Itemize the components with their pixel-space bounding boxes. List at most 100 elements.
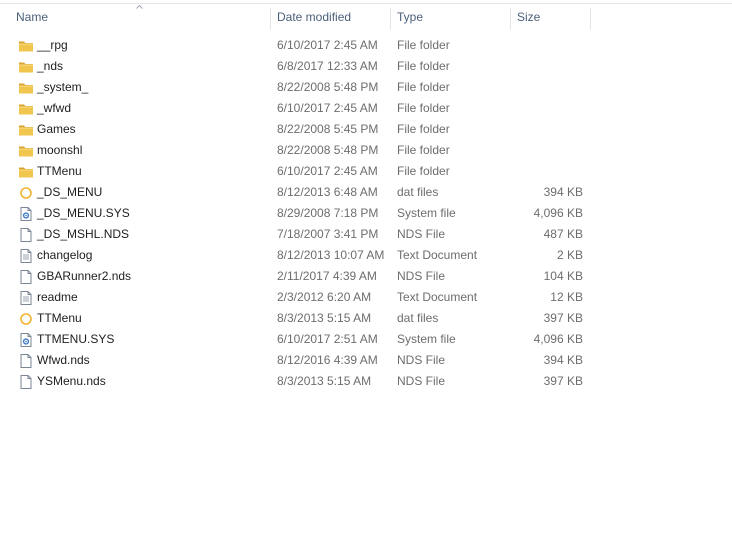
file-size — [510, 77, 583, 98]
file-type: NDS File — [397, 374, 446, 388]
folder-icon — [18, 38, 34, 54]
file-type: File folder — [397, 143, 450, 157]
file-date-modified: 2/3/2012 6:20 AM — [277, 290, 372, 304]
file-size: 104 KB — [543, 269, 583, 283]
file-row[interactable]: _nds 6/8/2017 12:33 AM File folder — [0, 56, 600, 77]
column-header-type[interactable]: Type — [397, 4, 423, 30]
column-separator[interactable] — [590, 8, 591, 30]
folder-icon — [18, 101, 34, 117]
file-size: 4,096 KB — [533, 206, 583, 220]
file-name: YSMenu.nds — [37, 374, 106, 388]
file-type: File folder — [397, 59, 450, 73]
file-date-modified: 8/29/2008 7:18 PM — [277, 206, 379, 220]
file-size: 4,096 KB — [533, 332, 583, 346]
file-name: _DS_MENU.SYS — [37, 206, 130, 220]
file-type: dat files — [397, 311, 439, 325]
file-size: 394 KB — [543, 185, 583, 199]
file-type: File folder — [397, 38, 450, 52]
folder-icon — [18, 80, 34, 96]
file-row[interactable]: readme 2/3/2012 6:20 AM Text Document 12 KB — [0, 287, 600, 308]
file-type: NDS File — [397, 353, 446, 367]
file-name: GBARunner2.nds — [37, 269, 132, 283]
column-separator[interactable] — [270, 8, 271, 30]
file-row[interactable]: TTMenu 6/10/2017 2:45 AM File folder — [0, 161, 600, 182]
file-row[interactable]: TTMenu 8/3/2013 5:15 AM dat files 397 KB — [0, 308, 600, 329]
column-header-date-modified[interactable]: Date modified — [277, 4, 351, 30]
file-date-modified: 8/12/2016 4:39 AM — [277, 353, 378, 367]
file-name: __rpg — [37, 38, 68, 52]
text-document-icon — [18, 248, 34, 264]
file-name: TTMenu — [37, 311, 82, 325]
file-name: readme — [37, 290, 78, 304]
file-row[interactable]: _DS_MENU.SYS 8/29/2008 7:18 PM System file… — [0, 203, 600, 224]
system-file-icon — [18, 206, 34, 222]
file-row[interactable]: changelog 8/12/2013 10:07 AM Text Document… — [0, 245, 600, 266]
sort-ascending-icon — [136, 5, 143, 9]
file-name: _wfwd — [37, 101, 72, 115]
text-document-icon — [18, 290, 34, 306]
file-row[interactable]: _system_ 8/22/2008 5:48 PM File folder — [0, 77, 600, 98]
file-type: dat files — [397, 185, 439, 199]
file-size: 12 KB — [550, 290, 583, 304]
file-name: moonshl — [37, 143, 83, 157]
file-date-modified: 6/10/2017 2:45 AM — [277, 101, 378, 115]
column-header-name[interactable]: Name — [16, 4, 48, 30]
column-header-bar: Name Date modified Type Size — [0, 4, 732, 30]
file-name: Wfwd.nds — [37, 353, 90, 367]
file-row[interactable]: _DS_MSHL.NDS 7/18/2007 3:41 PM NDS File 487… — [0, 224, 600, 245]
file-date-modified: 6/10/2017 2:45 AM — [277, 38, 378, 52]
file-size: 394 KB — [543, 353, 583, 367]
file-size — [510, 140, 583, 161]
file-type: NDS File — [397, 227, 446, 241]
folder-icon — [18, 59, 34, 75]
file-name: _system_ — [37, 80, 89, 94]
file-size — [510, 119, 583, 140]
file-date-modified: 8/22/2008 5:45 PM — [277, 122, 379, 136]
file-row[interactable]: _DS_MENU 8/12/2013 6:48 AM dat files 394 KB — [0, 182, 600, 203]
file-row[interactable]: _wfwd 6/10/2017 2:45 AM File folder — [0, 98, 600, 119]
file-date-modified: 8/3/2013 5:15 AM — [277, 311, 372, 325]
file-size — [510, 161, 583, 182]
file-row[interactable]: TTMENU.SYS 6/10/2017 2:51 AM System file 4,… — [0, 329, 600, 350]
file-date-modified: 8/12/2013 10:07 AM — [277, 248, 385, 262]
file-icon — [18, 269, 34, 285]
file-date-modified: 8/3/2013 5:15 AM — [277, 374, 372, 388]
file-name: _DS_MENU — [37, 185, 103, 199]
file-icon — [18, 374, 34, 390]
file-type: System file — [397, 206, 456, 220]
column-header-size[interactable]: Size — [517, 4, 540, 30]
column-separator[interactable] — [390, 8, 391, 30]
file-row[interactable]: GBARunner2.nds 2/11/2017 4:39 AM NDS File 1… — [0, 266, 600, 287]
file-row[interactable]: Wfwd.nds 8/12/2016 4:39 AM NDS File 394 KB — [0, 350, 600, 371]
file-name: _nds — [37, 59, 64, 73]
file-row[interactable]: moonshl 8/22/2008 5:48 PM File folder — [0, 140, 600, 161]
column-separator[interactable] — [510, 8, 511, 30]
folder-icon — [18, 164, 34, 180]
dat-file-icon — [18, 185, 34, 201]
file-type: File folder — [397, 164, 450, 178]
file-date-modified: 6/10/2017 2:45 AM — [277, 164, 378, 178]
folder-icon — [18, 143, 34, 159]
file-size: 397 KB — [543, 311, 583, 325]
file-date-modified: 7/18/2007 3:41 PM — [277, 227, 379, 241]
file-icon — [18, 227, 34, 243]
file-name: Games — [37, 122, 76, 136]
file-size: 487 KB — [543, 227, 583, 241]
folder-icon — [18, 122, 34, 138]
file-name: TTMenu — [37, 164, 82, 178]
file-type: System file — [397, 332, 456, 346]
file-row[interactable]: YSMenu.nds 8/3/2013 5:15 AM NDS File 397 KB — [0, 371, 600, 392]
file-size: 397 KB — [543, 374, 583, 388]
file-date-modified: 8/12/2013 6:48 AM — [277, 185, 378, 199]
file-type: Text Document — [397, 248, 478, 262]
file-name: TTMENU.SYS — [37, 332, 115, 346]
file-size — [510, 35, 583, 56]
file-date-modified: 2/11/2017 4:39 AM — [277, 269, 377, 283]
file-row[interactable]: Games 8/22/2008 5:45 PM File folder — [0, 119, 600, 140]
file-date-modified: 6/10/2017 2:51 AM — [277, 332, 378, 346]
file-type: File folder — [397, 80, 450, 94]
file-size: 2 KB — [556, 248, 583, 262]
file-date-modified: 6/8/2017 12:33 AM — [277, 59, 378, 73]
file-row[interactable]: __rpg 6/10/2017 2:45 AM File folder — [0, 35, 600, 56]
system-file-icon — [18, 332, 34, 348]
